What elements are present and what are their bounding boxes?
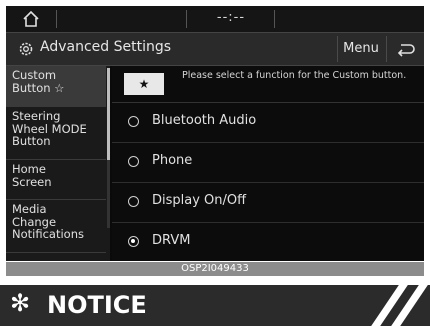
radio-button[interactable]: [128, 116, 139, 127]
sidebar-item-label: Media Change Notifications: [12, 202, 84, 241]
sidebar-item-label: Steering Wheel MODE Button: [12, 109, 87, 148]
image-caption: OSP2I049433: [6, 262, 424, 276]
option-bluetooth-audio[interactable]: Bluetooth Audio: [112, 103, 424, 143]
option-display-on-off[interactable]: Display On/Off: [112, 183, 424, 223]
back-arrow-icon: [397, 44, 415, 57]
option-label: Bluetooth Audio: [152, 113, 257, 128]
status-divider: [186, 10, 187, 28]
instruction-text: Please select a function for the Custom …: [182, 70, 407, 81]
notice-banner: ✻ NOTICE: [0, 285, 430, 326]
status-bar: --:--: [6, 6, 424, 33]
custom-star-button[interactable]: ★: [124, 73, 164, 95]
sidebar-item-label: Home Screen: [12, 162, 52, 189]
asterisk-icon: ✻: [10, 289, 31, 317]
back-button[interactable]: [386, 36, 423, 62]
option-label: Display On/Off: [152, 193, 247, 208]
home-icon: [23, 10, 39, 27]
menu-button[interactable]: Menu: [337, 36, 384, 62]
head-unit-screen: --:-- Advanced Settings Menu Custom Butt…: [6, 6, 424, 261]
radio-button[interactable]: [128, 156, 139, 167]
gear-icon: [19, 42, 33, 56]
sidebar-item-label: Custom Button ☆: [12, 68, 65, 95]
sidebar: Custom Button ☆ Steering Wheel MODE Butt…: [6, 66, 110, 261]
sidebar-item-steering-wheel-mode[interactable]: Steering Wheel MODE Button: [6, 107, 106, 160]
radio-button-selected[interactable]: [128, 236, 139, 247]
option-label: Phone: [152, 153, 193, 168]
title-bar: Advanced Settings Menu: [6, 33, 424, 66]
sidebar-item-custom-button[interactable]: Custom Button ☆: [6, 66, 106, 107]
radio-button[interactable]: [128, 196, 139, 207]
sidebar-scroll-thumb[interactable]: [107, 68, 110, 160]
option-label: DRVM: [152, 233, 191, 248]
status-divider: [274, 10, 275, 28]
sidebar-item-home-screen[interactable]: Home Screen: [6, 160, 106, 200]
notice-title: NOTICE: [47, 291, 147, 319]
options-panel: ★ Please select a function for the Custo…: [112, 66, 424, 261]
option-drvm[interactable]: DRVM: [112, 223, 424, 261]
home-button[interactable]: [20, 9, 42, 29]
option-phone[interactable]: Phone: [112, 143, 424, 183]
instruction-row: ★ Please select a function for the Custo…: [112, 66, 424, 103]
status-divider: [56, 10, 57, 28]
sidebar-item-media-change[interactable]: Media Change Notifications: [6, 200, 106, 253]
clock: --:--: [216, 10, 246, 25]
page-title: Advanced Settings: [40, 39, 172, 55]
